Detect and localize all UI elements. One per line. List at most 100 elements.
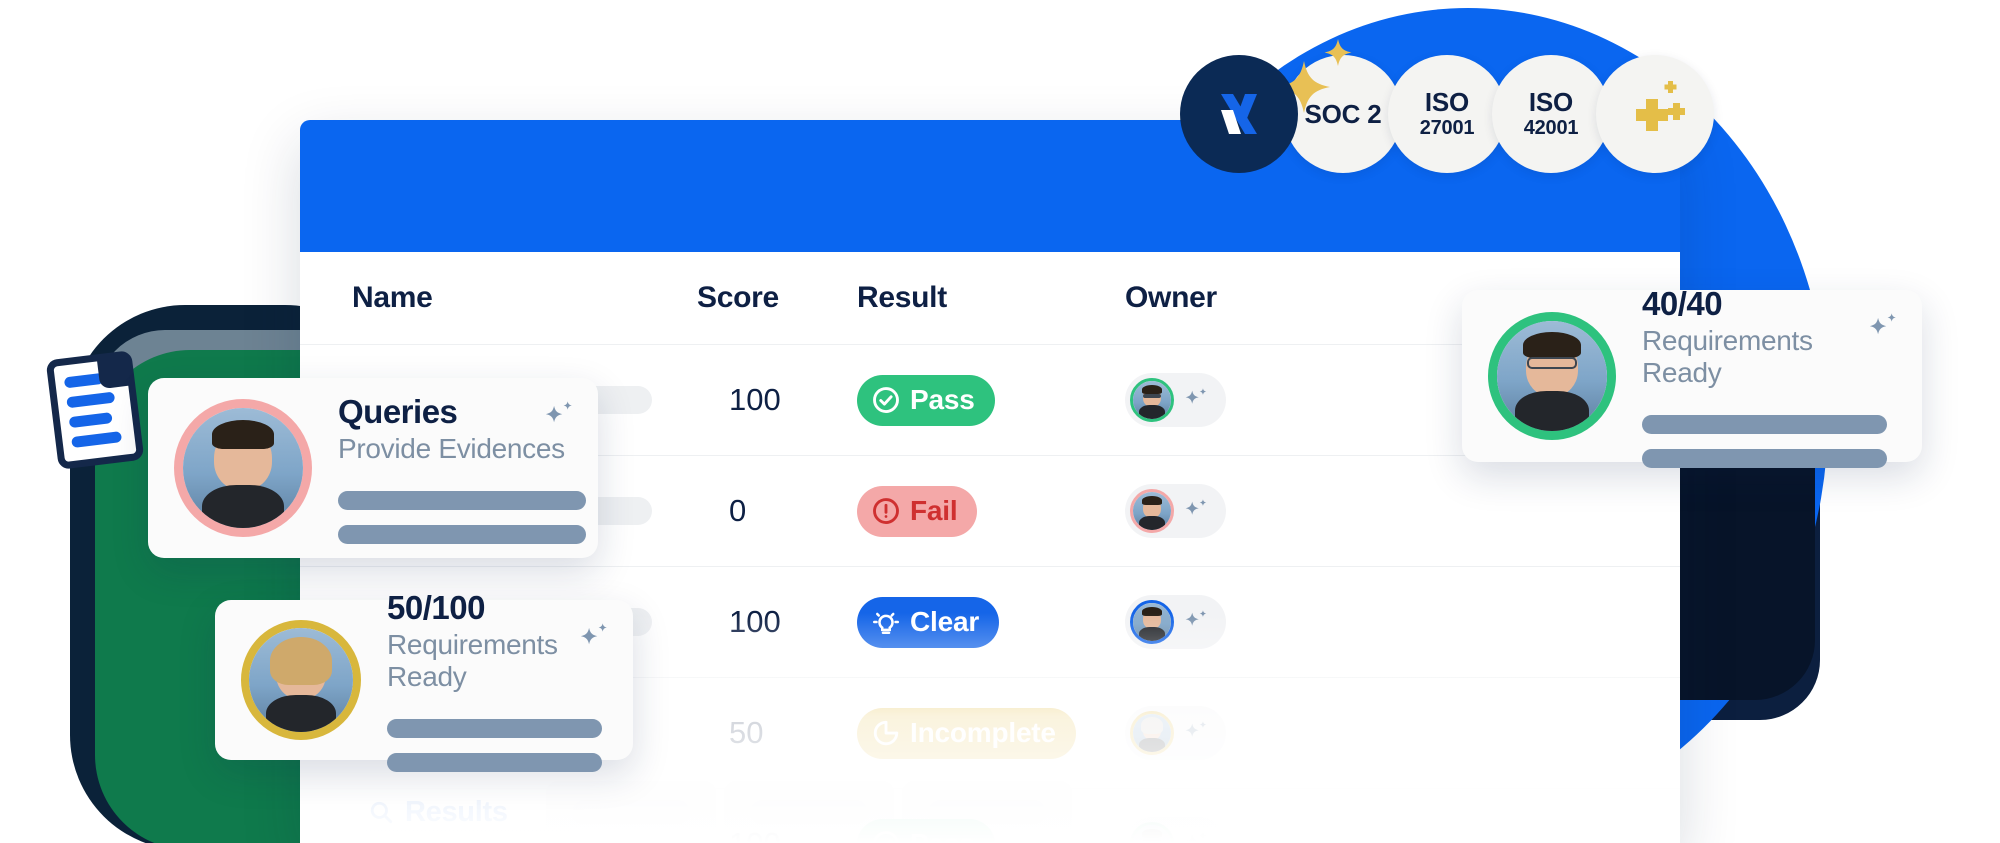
cell-owner <box>1125 817 1385 843</box>
avatar <box>1488 312 1616 440</box>
requirements-50-card-subtitle: Requirements Ready <box>387 628 558 692</box>
placeholder-bar <box>1642 448 1887 468</box>
queries-card-bars <box>338 490 586 544</box>
score-value: 100 <box>729 826 781 843</box>
score-value: 100 <box>729 604 781 639</box>
sparkle-icon <box>1185 721 1207 737</box>
cert-line1: ISO <box>1528 86 1574 117</box>
cert-badge-iso-42001: ISO 42001 <box>1492 55 1610 173</box>
cell-owner <box>1125 373 1385 427</box>
name-placeholder <box>352 830 582 843</box>
document-line <box>66 391 115 409</box>
alert-circle-icon <box>873 498 899 524</box>
queries-card[interactable]: Queries Provide Evidences <box>148 378 598 558</box>
requirements-40-card-title: 40/40 <box>1642 284 1723 322</box>
plus-sparkles-icon <box>1636 81 1685 131</box>
document-lines-icon <box>45 350 145 470</box>
sparkle-icon-wrap <box>540 398 576 434</box>
requirements-50-card-title: 50/100 <box>387 588 485 626</box>
column-header-name: Name <box>352 281 433 314</box>
placeholder-bar <box>387 718 602 738</box>
check-circle-icon <box>873 387 899 413</box>
avatar <box>1130 600 1174 644</box>
placeholder-bar <box>338 524 586 544</box>
requirements-40-card-bars <box>1642 414 1896 468</box>
score-value: 50 <box>729 715 764 750</box>
document-corner <box>96 355 131 390</box>
avatar <box>1130 489 1174 533</box>
status-badge: Pass <box>857 374 995 426</box>
cert-line2: 27001 <box>1419 117 1475 140</box>
placeholder-bar <box>387 752 602 772</box>
owner-pill[interactable] <box>1125 706 1226 760</box>
queries-card-subtitle: Provide Evidences <box>338 432 565 464</box>
requirements-50-card-bars <box>387 718 607 772</box>
sparkle-icon <box>1185 388 1207 404</box>
cell-score: 0 <box>697 493 857 529</box>
owner-pill[interactable] <box>1125 484 1226 538</box>
score-value: 0 <box>729 493 747 528</box>
avatar <box>1130 822 1174 843</box>
placeholder-bar <box>1642 414 1887 434</box>
cell-result: Pass <box>857 818 1125 843</box>
placeholder-bar <box>338 490 586 510</box>
requirements-40-card[interactable]: 40/40 Requirements Ready <box>1462 285 1922 468</box>
status-badge-label: Fail <box>910 495 958 526</box>
cert-line2: 42001 <box>1523 117 1579 140</box>
cert-badge-more <box>1596 55 1714 173</box>
requirements-50-card[interactable]: 50/100 Requirements Ready <box>215 589 633 772</box>
table-row[interactable]: 100 Pass <box>300 788 1680 843</box>
score-value: 100 <box>729 382 781 417</box>
sparkle-icon <box>580 623 607 645</box>
avatar <box>1130 378 1174 422</box>
cell-score: 100 <box>697 382 857 418</box>
requirements-40-card-subtitle: Requirements Ready <box>1642 324 1813 388</box>
cell-result: Pass <box>857 374 1125 426</box>
status-badge-label: Pass <box>910 384 975 415</box>
cell-owner <box>1125 706 1385 760</box>
sparkle-icon <box>1869 313 1896 335</box>
avatar <box>1130 711 1174 755</box>
cell-owner <box>1125 484 1385 538</box>
column-header-result: Result <box>857 281 947 314</box>
logo-glyph <box>1221 94 1257 134</box>
status-badge: Pass <box>857 818 995 843</box>
cell-score: 100 <box>697 826 857 843</box>
document-line <box>71 431 122 449</box>
owner-pill[interactable] <box>1125 595 1226 649</box>
document-line <box>63 372 104 389</box>
owner-pill[interactable] <box>1125 817 1226 843</box>
cell-name <box>352 830 697 843</box>
sparkle-icon <box>1185 832 1207 843</box>
status-badge-label: Pass <box>910 828 975 843</box>
sparkle-icon-wrap <box>1864 310 1900 346</box>
owner-pill[interactable] <box>1125 373 1226 427</box>
requirements-40-card-body: 40/40 Requirements Ready <box>1642 285 1896 468</box>
sparkle-icon-wrap <box>575 620 611 656</box>
cert-line1: ISO <box>1424 86 1470 117</box>
check-circle-icon <box>873 831 899 843</box>
requirements-50-card-body: 50/100 Requirements Ready <box>387 589 607 772</box>
status-badge: Fail <box>857 485 978 537</box>
sparkle-icon <box>1185 499 1207 515</box>
cell-owner <box>1125 595 1385 649</box>
status-badge-label: Clear <box>910 606 980 637</box>
cell-result: Incomplete <box>857 707 1125 759</box>
avatar <box>241 620 361 740</box>
status-badge-label: Incomplete <box>910 717 1056 748</box>
clock-pie-icon <box>873 720 899 746</box>
certification-badges: SOC 2 ISO 27001 ISO 42001 <box>1180 55 1714 173</box>
sparkle-icon <box>1185 610 1207 626</box>
screenshot-stage: Results Name Score Result Owner 100 Pass… <box>0 0 2000 843</box>
cell-score: 50 <box>697 715 857 751</box>
column-header-owner: Owner <box>1125 281 1217 314</box>
lightbulb-icon <box>872 612 899 635</box>
document-line <box>68 411 113 429</box>
logo-mark-icon <box>1180 55 1298 173</box>
status-badge: Clear <box>857 596 1000 648</box>
column-header-score: Score <box>697 281 779 314</box>
avatar <box>174 399 312 537</box>
cert-badge-iso-27001: ISO 27001 <box>1388 55 1506 173</box>
cell-result: Fail <box>857 485 1125 537</box>
cell-score: 100 <box>697 604 857 640</box>
